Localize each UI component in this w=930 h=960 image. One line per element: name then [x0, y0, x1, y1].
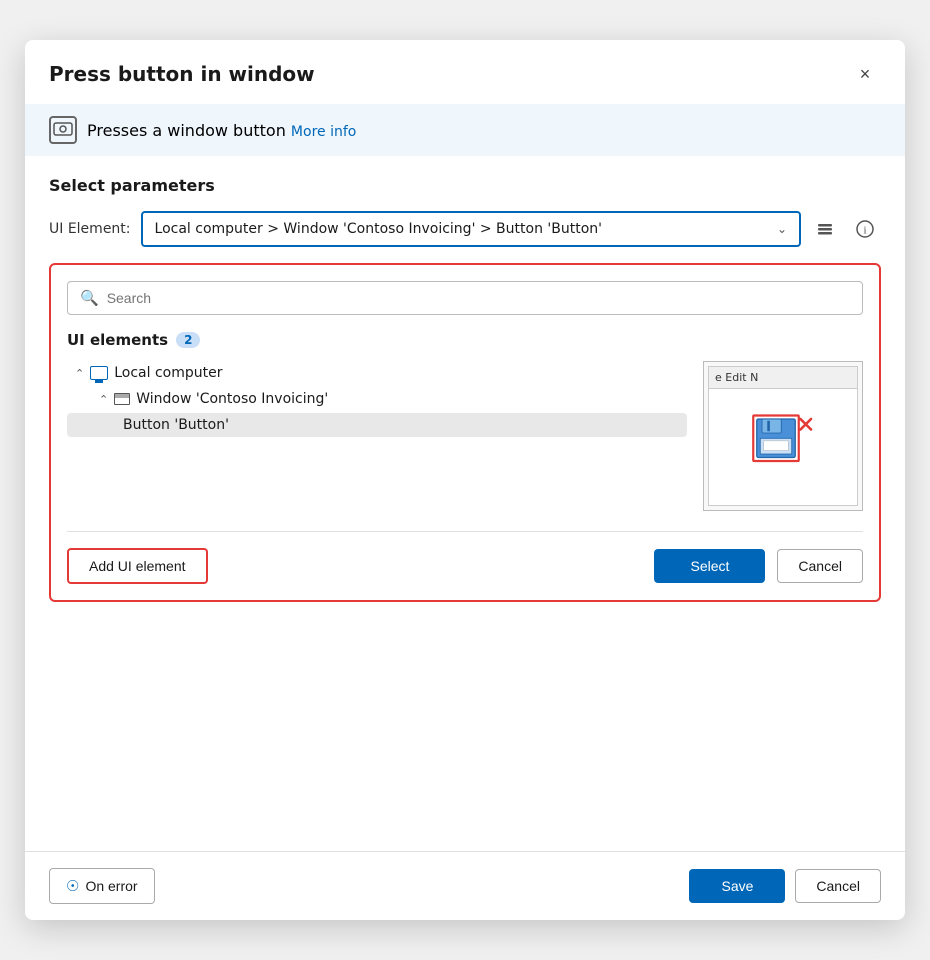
count-badge: 2 — [176, 332, 200, 348]
select-button[interactable]: Select — [654, 549, 765, 583]
footer-right: Save Cancel — [689, 869, 881, 903]
search-input[interactable] — [107, 290, 850, 306]
search-icon: 🔍 — [80, 289, 99, 307]
dialog-footer: ☉ On error Save Cancel — [25, 851, 905, 920]
preview-inner: e Edit N — [708, 366, 858, 506]
info-banner-text: Presses a window button More info — [87, 121, 356, 140]
titlebar: Press button in window × — [25, 40, 905, 104]
info-icon-button[interactable]: i — [849, 213, 881, 245]
search-box: 🔍 — [67, 281, 863, 315]
press-button-icon — [49, 116, 77, 144]
ui-element-field-row: UI Element: Local computer > Window 'Con… — [49, 211, 881, 247]
tree-left: ⌃ Local computer ⌃ Window 'Contoso Invoi… — [67, 361, 687, 511]
window-icon — [114, 393, 130, 405]
preview-menu-text: e Edit N — [715, 371, 758, 384]
preview-box: e Edit N — [703, 361, 863, 511]
info-banner: Presses a window button More info — [25, 104, 905, 156]
window-label: Window 'Contoso Invoicing' — [136, 391, 328, 407]
add-ui-element-button[interactable]: Add UI element — [67, 548, 208, 584]
tree-item-window[interactable]: ⌃ Window 'Contoso Invoicing' — [67, 387, 687, 411]
on-error-label: On error — [85, 878, 137, 894]
cancel-button[interactable]: Cancel — [795, 869, 881, 903]
dialog-body: Select parameters UI Element: Local comp… — [25, 156, 905, 851]
chevron-icon: ⌃ — [75, 367, 84, 380]
dropdown-actions: Add UI element Select Cancel — [67, 531, 863, 584]
more-info-link[interactable]: More info — [291, 124, 356, 140]
preview-menubar: e Edit N — [709, 367, 857, 389]
save-button[interactable]: Save — [689, 869, 785, 903]
layers-icon-button[interactable] — [809, 213, 841, 245]
ui-element-select[interactable]: Local computer > Window 'Contoso Invoici… — [141, 211, 801, 247]
dropdown-panel: 🔍 UI elements 2 ⌃ Local computer — [49, 263, 881, 602]
section-title: Select parameters — [49, 176, 881, 195]
tree-item-local-computer[interactable]: ⌃ Local computer — [67, 361, 687, 385]
dialog: Press button in window × Presses a windo… — [25, 40, 905, 920]
ui-element-label: UI Element: — [49, 221, 131, 237]
dialog-title: Press button in window — [49, 62, 315, 86]
preview-content — [709, 389, 857, 505]
shield-icon: ☉ — [66, 877, 79, 895]
chevron-icon: ⌃ — [99, 393, 108, 406]
preview-svg — [748, 412, 818, 482]
ui-elements-label: UI elements — [67, 331, 168, 349]
close-button[interactable]: × — [849, 58, 881, 90]
ui-element-select-wrapper: Local computer > Window 'Contoso Invoici… — [141, 211, 881, 247]
svg-text:i: i — [863, 225, 866, 237]
tree-container: ⌃ Local computer ⌃ Window 'Contoso Invoi… — [67, 361, 863, 511]
local-computer-label: Local computer — [114, 365, 222, 381]
computer-icon — [90, 366, 108, 380]
dropdown-cancel-button[interactable]: Cancel — [777, 549, 863, 583]
ui-element-value: Local computer > Window 'Contoso Invoici… — [155, 221, 769, 237]
ui-elements-header: UI elements 2 — [67, 331, 863, 349]
tree-item-button[interactable]: Button 'Button' — [67, 413, 687, 437]
chevron-down-icon: ⌄ — [777, 222, 787, 236]
button-label: Button 'Button' — [123, 417, 229, 433]
on-error-button[interactable]: ☉ On error — [49, 868, 155, 904]
